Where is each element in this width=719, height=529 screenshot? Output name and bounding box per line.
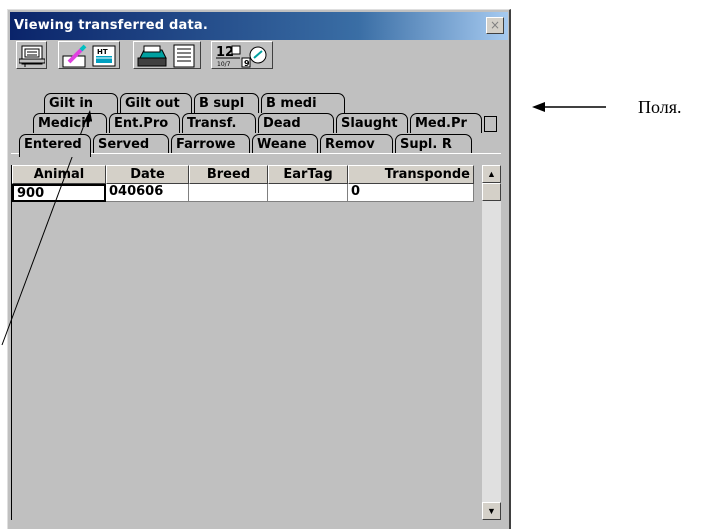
- cell-transponder[interactable]: 0: [348, 184, 474, 202]
- title-bar[interactable]: Viewing transferred data. ×: [10, 12, 508, 40]
- column-header-animal[interactable]: Animal: [12, 165, 106, 184]
- tab-farrowed[interactable]: Farrowe: [171, 134, 250, 154]
- print-button[interactable]: [133, 41, 201, 69]
- tab-gilt-in[interactable]: Gilt in: [44, 93, 118, 113]
- tab-ent-pro[interactable]: Ent.Pro: [109, 113, 180, 133]
- cell-breed[interactable]: [189, 184, 268, 202]
- tab-transf[interactable]: Transf.: [182, 113, 256, 133]
- scroll-up-button[interactable]: ▲: [482, 165, 501, 183]
- svg-text:10/7: 10/7: [217, 61, 231, 68]
- data-grid: Animal Date Breed EarTag Transponde 900 …: [11, 165, 474, 520]
- column-header-eartag[interactable]: EarTag: [268, 165, 348, 184]
- arrow-head-right: [532, 102, 545, 112]
- column-header-date[interactable]: Date: [106, 165, 189, 184]
- column-header-transponder[interactable]: Transponde: [348, 165, 474, 184]
- tab-entered[interactable]: Entered: [19, 134, 91, 157]
- vertical-scrollbar[interactable]: ▲ ▼: [482, 165, 501, 520]
- form-button[interactable]: [16, 41, 47, 69]
- cell-animal[interactable]: 900: [12, 184, 106, 202]
- scroll-thumb[interactable]: [482, 183, 501, 201]
- close-button[interactable]: ×: [486, 17, 504, 34]
- tab-removed[interactable]: Remov: [320, 134, 393, 154]
- window-title: Viewing transferred data.: [14, 18, 208, 33]
- edit-button[interactable]: HT: [58, 41, 120, 69]
- tab-medicir[interactable]: Medicir: [33, 113, 107, 133]
- svg-text:9: 9: [244, 59, 250, 68]
- cell-eartag[interactable]: [268, 184, 348, 202]
- tab-gilt-out[interactable]: Gilt out: [120, 93, 192, 113]
- svg-text:HT: HT: [97, 48, 108, 56]
- tab-dead[interactable]: Dead: [258, 113, 334, 133]
- scroll-down-button[interactable]: ▼: [482, 502, 501, 520]
- cell-date[interactable]: 040606: [106, 184, 189, 202]
- tab-b-medi[interactable]: B medi: [261, 93, 345, 113]
- tab-scroll-button[interactable]: [484, 116, 497, 132]
- tab-b-supl[interactable]: B supl: [194, 93, 259, 113]
- column-header-breed[interactable]: Breed: [189, 165, 268, 184]
- tab-med-pr[interactable]: Med.Pr: [410, 113, 482, 133]
- number-button[interactable]: 12 10/7 9: [211, 41, 273, 69]
- printer-icon: [137, 44, 195, 68]
- form-icon: [19, 45, 45, 67]
- tab-slaught[interactable]: Slaught: [336, 113, 408, 133]
- tab-supl-r[interactable]: Supl. R: [395, 134, 472, 154]
- tab-weaned[interactable]: Weane: [252, 134, 318, 154]
- annotation-label: Поля.: [638, 97, 682, 117]
- number-icon: 12 10/7 9: [216, 45, 267, 68]
- edit-pen-icon: HT: [62, 44, 116, 68]
- tab-served[interactable]: Served: [93, 134, 169, 154]
